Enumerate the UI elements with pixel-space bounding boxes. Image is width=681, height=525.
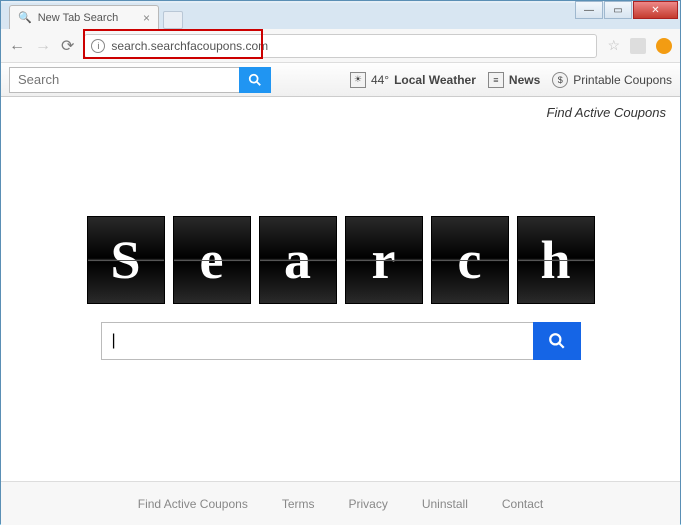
coupons-link[interactable]: $ Printable Coupons: [552, 72, 672, 88]
toolbar-search-input[interactable]: [9, 67, 239, 93]
reload-button[interactable]: ⟳: [61, 36, 74, 56]
footer-link-terms[interactable]: Terms: [282, 497, 315, 511]
dollar-icon: $: [552, 72, 568, 88]
profile-icon[interactable]: [656, 38, 672, 54]
search-icon: [548, 332, 566, 350]
main-search-input[interactable]: [101, 322, 533, 360]
footer-link-privacy[interactable]: Privacy: [349, 497, 388, 511]
news-link[interactable]: ≡ News: [488, 72, 540, 88]
maximize-button[interactable]: ▭: [604, 1, 632, 19]
minimize-button[interactable]: —: [575, 1, 603, 19]
tagline: Find Active Coupons: [1, 105, 680, 120]
browser-tab[interactable]: 🔍 New Tab Search ×: [9, 5, 159, 29]
toolbar-search: [9, 67, 271, 93]
search-icon: 🔍: [18, 11, 32, 24]
main-search: [1, 322, 680, 360]
tab-title: New Tab Search: [38, 12, 119, 24]
close-button[interactable]: ✕: [633, 1, 678, 19]
forward-button[interactable]: →: [35, 37, 51, 55]
toolbar-search-button[interactable]: [239, 67, 271, 93]
logo-tile: e: [173, 216, 251, 304]
weather-link[interactable]: ☀ 44° Local Weather: [350, 72, 476, 88]
footer-link-contact[interactable]: Contact: [502, 497, 543, 511]
logo-tile: a: [259, 216, 337, 304]
bookmark-star-icon[interactable]: ☆: [607, 37, 620, 54]
page-toolbar: ☀ 44° Local Weather ≡ News $ Printable C…: [1, 63, 680, 97]
footer-link-coupons[interactable]: Find Active Coupons: [138, 497, 248, 511]
page-content: Find Active Coupons S e a r c h: [1, 97, 680, 481]
logo-tile: c: [431, 216, 509, 304]
url-input[interactable]: i search.searchfacoupons.com: [84, 34, 597, 58]
close-tab-icon[interactable]: ×: [143, 11, 150, 25]
back-button[interactable]: ←: [9, 37, 25, 55]
logo-tile: h: [517, 216, 595, 304]
weather-label: Local Weather: [394, 73, 476, 87]
weather-icon: ☀: [350, 72, 366, 88]
search-logo: S e a r c h: [1, 216, 680, 304]
coupons-label: Printable Coupons: [573, 73, 672, 87]
news-label: News: [509, 73, 540, 87]
footer-link-uninstall[interactable]: Uninstall: [422, 497, 468, 511]
new-tab-button[interactable]: [163, 11, 183, 29]
search-icon: [248, 73, 262, 87]
address-bar-row: ← → ⟳ i search.searchfacoupons.com ☆: [1, 29, 680, 63]
extension-icon[interactable]: [630, 38, 646, 54]
logo-tile: r: [345, 216, 423, 304]
footer: Find Active Coupons Terms Privacy Uninst…: [1, 481, 680, 525]
site-info-icon[interactable]: i: [91, 39, 105, 53]
weather-temp: 44°: [371, 73, 389, 87]
logo-tile: S: [87, 216, 165, 304]
news-icon: ≡: [488, 72, 504, 88]
url-text: search.searchfacoupons.com: [111, 39, 268, 53]
main-search-button[interactable]: [533, 322, 581, 360]
